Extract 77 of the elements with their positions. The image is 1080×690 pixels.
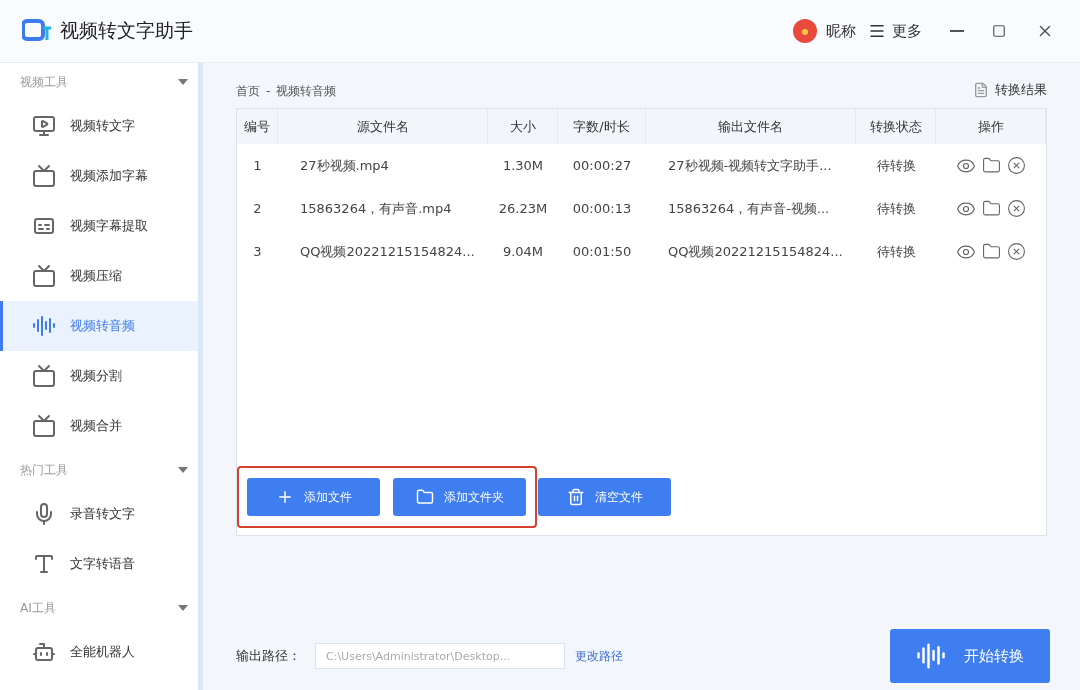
tv-icon <box>32 364 56 388</box>
section-title: 热门工具 <box>20 461 68 479</box>
table-cell-text: 3 <box>252 243 263 261</box>
sidebar-item[interactable]: 视频添加字幕 <box>0 151 198 201</box>
column-header: 编号 <box>237 109 278 144</box>
action-button[interactable]: 添加文件夹 <box>393 478 526 516</box>
sidebar-item[interactable]: 视频合并 <box>0 401 198 451</box>
robot-icon <box>32 640 56 664</box>
table-cell-text: 26.23M <box>497 200 549 218</box>
table-cell-text: 00:00:27 <box>571 157 633 175</box>
more-menu[interactable]: 更多 <box>892 21 922 41</box>
table-cell-text: 待转换 <box>875 199 917 218</box>
section-title: AI工具 <box>20 599 56 617</box>
sidebar-item[interactable]: 视频转文字 <box>0 101 198 151</box>
table-cell-text: 00:01:50 <box>571 243 633 261</box>
column-header: 输出文件名 <box>646 109 856 144</box>
folder-icon <box>415 488 434 506</box>
table-cell-text: 15863264，有声音.mp4 <box>299 199 453 218</box>
tv-icon <box>32 164 56 188</box>
sidebar-item[interactable]: 视频转音频 <box>0 301 198 351</box>
delete-icon[interactable] <box>1007 199 1026 218</box>
column-header: 大小 <box>488 109 558 144</box>
text-icon <box>32 552 56 576</box>
action-button[interactable]: 清空文件 <box>538 478 671 516</box>
caret-icon[interactable] <box>178 467 188 473</box>
action-button[interactable]: 添加文件 <box>247 478 380 516</box>
trash-icon <box>566 488 585 506</box>
menu-icon[interactable] <box>868 22 886 40</box>
column-header: 字数/时长 <box>558 109 646 144</box>
sound-wave-icon <box>32 314 56 338</box>
column-header: 源文件名 <box>278 109 488 144</box>
folder-icon[interactable] <box>982 199 1001 218</box>
column-header: 操作 <box>936 109 1046 144</box>
table-cell-text: 27秒视频-视频转文字助手... <box>667 156 833 175</box>
sound-wave-icon <box>916 641 946 671</box>
delete-icon[interactable] <box>1007 156 1026 175</box>
output-path-label: 输出路径： <box>236 647 301 665</box>
breadcrumb-item: 视频转音频 <box>276 84 337 98</box>
avatar-icon[interactable] <box>792 18 818 44</box>
sidebar-item[interactable]: 全能机器人 <box>0 627 198 677</box>
table-cell-text: 00:00:13 <box>571 200 633 218</box>
tv-icon <box>32 264 56 288</box>
change-path-link[interactable]: 更改路径 <box>575 647 623 665</box>
nickname[interactable]: 昵称 <box>826 21 856 41</box>
section-title: 视频工具 <box>20 73 68 91</box>
table-cell-text: 15863264，有声音-视频... <box>667 199 831 218</box>
sidebar-item[interactable]: 视频分割 <box>0 351 198 401</box>
table-cell-text: QQ视频20221215154824... <box>667 242 844 261</box>
table-cell-text: 27秒视频.mp4 <box>299 156 390 175</box>
start-button[interactable]: 开始转换 <box>890 629 1050 683</box>
table-cell-text: 1 <box>252 157 263 175</box>
document-icon <box>973 82 989 98</box>
tv-icon <box>32 414 56 438</box>
folder-icon[interactable] <box>982 156 1001 175</box>
table-cell-text: 2 <box>252 200 263 218</box>
sidebar-item[interactable]: 录音转文字 <box>0 489 198 539</box>
sidebar-item[interactable]: 视频字幕提取 <box>0 201 198 251</box>
caret-icon[interactable] <box>178 79 188 85</box>
delete-icon[interactable] <box>1007 242 1026 261</box>
caret-icon[interactable] <box>178 605 188 611</box>
monitor-play-icon <box>32 114 56 138</box>
sidebar-item[interactable]: 文字转语音 <box>0 539 198 589</box>
table-cell-text: 待转换 <box>875 156 917 175</box>
folder-icon[interactable] <box>982 242 1001 261</box>
table-cell-text: 9.04M <box>501 243 545 261</box>
table-cell-text: 1.30M <box>501 157 545 175</box>
breadcrumb-item: - <box>266 84 271 98</box>
results-link[interactable]: 转换结果 <box>973 81 1047 99</box>
table-cell-text: 待转换 <box>875 242 917 261</box>
minimize-icon <box>950 30 964 32</box>
maximize-icon <box>992 24 1006 38</box>
column-header: 转换状态 <box>856 109 936 144</box>
breadcrumb-item[interactable]: 首页 <box>236 84 260 98</box>
app-logo-icon <box>22 18 52 44</box>
app-title: 视频转文字助手 <box>60 18 193 43</box>
table-cell-text: QQ视频20221215154824... <box>299 242 476 261</box>
sidebar-item[interactable]: 视频压缩 <box>0 251 198 301</box>
